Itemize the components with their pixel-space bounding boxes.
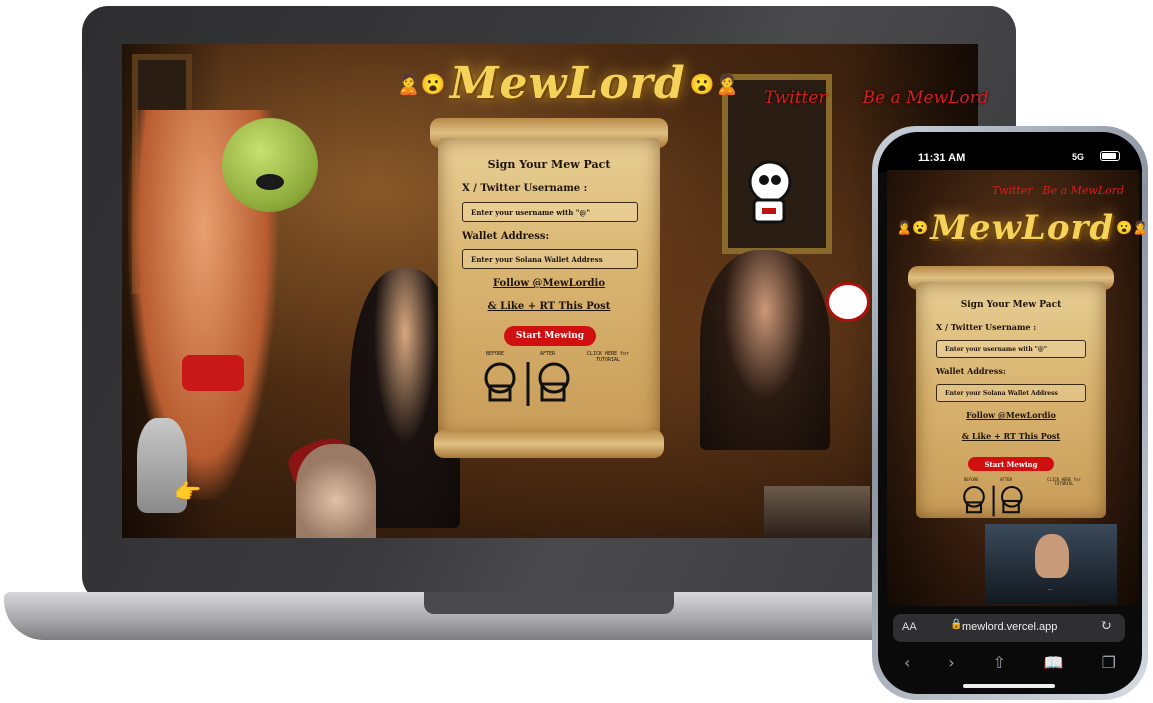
username-label: X / Twitter Username : (462, 183, 588, 194)
reload-icon[interactable]: ↻ (1100, 618, 1112, 634)
before-label: BEFORE (486, 351, 505, 357)
before-after-skulls-icon (484, 362, 570, 406)
wallet-input[interactable]: Enter your Solana Wallet Address (462, 249, 638, 269)
emoji-left-icon: 🙎😮 (396, 71, 446, 96)
phone-after-label: AFTER (1000, 477, 1013, 482)
tabs-icon[interactable]: ❐ (1102, 653, 1116, 672)
wallet-label: Wallet Address: (462, 231, 550, 242)
phone-tutorial-link[interactable]: CLICK HERE for TUTORIAL (1044, 477, 1084, 487)
phone-username-label: X / Twitter Username : (936, 322, 1037, 332)
share-icon[interactable]: ⇧ (993, 653, 1006, 672)
bookmarks-icon[interactable]: 📖 (1044, 653, 1064, 672)
red-shorts (182, 355, 244, 391)
phone-like-rt-link[interactable]: & Like + RT This Post (916, 431, 1106, 441)
phone-wallet-label: Wallet Address: (936, 366, 1006, 376)
dynamic-island (966, 140, 1056, 164)
top-nav: Twitter Be a MewLord (764, 88, 989, 108)
video-thumbnail[interactable] (764, 486, 870, 538)
phone-top-nav: Twitter Be a MewLord (992, 184, 1124, 197)
follow-link[interactable]: Follow @MewLordio (438, 278, 660, 289)
emoji-right-icon: 😮🙎 (689, 71, 740, 96)
pointing-hand-icon: 👉 (174, 480, 202, 505)
tutorial-link[interactable]: CLICK HERE for TUTORIAL (586, 351, 630, 363)
laptop-hinge-notch (424, 592, 674, 614)
site-logo[interactable]: 🙎😮 MewLord 😮🙎 (396, 58, 739, 109)
nav-be-a-mewlord-link[interactable]: Be a MewLord (863, 88, 989, 108)
phone-before-label: BEFORE (964, 477, 979, 482)
phone-brand-title: MewLord (930, 208, 1115, 248)
pact-form: Sign Your Mew Pact X / Twitter Username … (438, 138, 660, 438)
home-indicator (963, 684, 1055, 688)
back-icon[interactable]: ‹ (904, 653, 910, 672)
phone-wallet-input[interactable]: Enter your Solana Wallet Address (936, 384, 1086, 402)
device-mockup: 👉 🙎😮 MewLord 😮🙎 Twitter Be a MewLord Sig… (0, 0, 1153, 703)
heart-sticker (826, 282, 870, 322)
phone-emoji-right-icon: 😮🙎 (1116, 220, 1149, 236)
status-time: 11:31 AM (918, 152, 966, 164)
phone-nav-be-a-mewlord-link[interactable]: Be a MewLord (1043, 184, 1125, 197)
url-text[interactable]: mewlord.vercel.app (962, 621, 1057, 633)
phone-video-player[interactable]: ... (985, 524, 1117, 604)
video-caption: ... (1047, 586, 1053, 592)
phone-start-mewing-button[interactable]: Start Mewing (968, 457, 1054, 471)
phone-before-after-skulls-icon (963, 485, 1023, 517)
phone-form-title: Sign Your Mew Pact (960, 300, 1062, 310)
battery-icon (1100, 151, 1120, 161)
text-size-button[interactable]: AA (902, 621, 917, 633)
green-face-sticker (222, 118, 318, 212)
skull-icon (748, 160, 792, 224)
video-face (1035, 534, 1069, 578)
lock-icon: 🔒 (950, 619, 963, 630)
username-input[interactable]: Enter your username with "@" (462, 202, 638, 222)
phone-emoji-left-icon: 🙎😮 (896, 220, 929, 236)
brand-title: MewLord (449, 58, 686, 109)
start-mewing-button[interactable]: Start Mewing (504, 326, 596, 346)
phone-tutorial-illustration[interactable]: BEFORE AFTER CLICK HERE for TUTORIAL (960, 477, 1090, 518)
after-label: AFTER (540, 351, 556, 357)
nav-twitter-link[interactable]: Twitter (764, 88, 827, 108)
forward-icon[interactable]: › (948, 653, 954, 672)
like-rt-link[interactable]: & Like + RT This Post (438, 301, 660, 312)
phone-username-input[interactable]: Enter your username with "@" (936, 340, 1086, 358)
safari-toolbar: ‹ › ⇧ 📖 ❐ (885, 648, 1135, 676)
signal-indicator: 5G (1072, 152, 1085, 162)
phone-follow-link[interactable]: Follow @MewLordio (916, 410, 1106, 420)
phone-pact-form: Sign Your Mew Pact X / Twitter Username … (916, 282, 1106, 518)
tutorial-illustration[interactable]: BEFORE AFTER CLICK HERE for TUTORIAL (478, 351, 630, 408)
seated-man-image (700, 250, 830, 450)
phone-nav-twitter-link[interactable]: Twitter (992, 184, 1033, 197)
form-title: Sign Your Mew Pact (487, 158, 611, 171)
scroll-bottom-roll (434, 430, 664, 458)
old-man-image (296, 444, 376, 538)
phone-site-logo[interactable]: 🙎😮 MewLord 😮🙎 (896, 208, 1149, 248)
